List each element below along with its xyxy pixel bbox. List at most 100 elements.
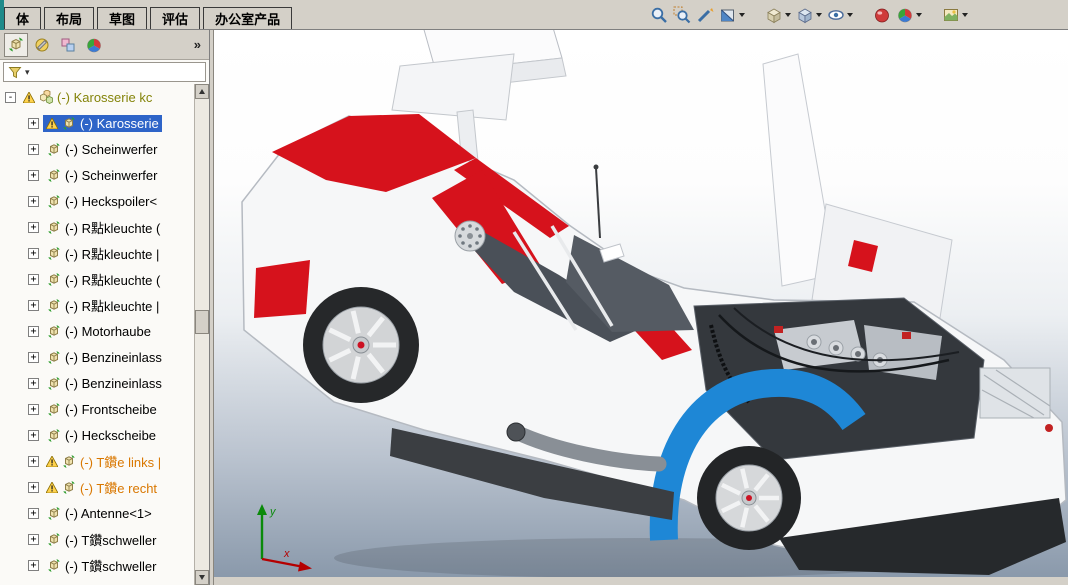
expand-toggle[interactable]: + — [28, 274, 39, 285]
mirror[interactable] — [600, 244, 624, 262]
apply-scene-icon[interactable] — [895, 5, 923, 25]
expand-toggle[interactable]: + — [28, 508, 39, 519]
tree-item[interactable]: + (-) Heckspoiler< — [0, 188, 194, 214]
expand-toggle[interactable]: + — [28, 248, 39, 259]
tree-item[interactable]: + (-) Heckscheibe — [0, 422, 194, 448]
expand-toggle[interactable]: + — [28, 144, 39, 155]
tree-item-content[interactable]: (-) T鑽e recht — [43, 477, 160, 498]
tree-item-content[interactable]: (-) Scheinwerfer — [43, 167, 160, 184]
antenna[interactable] — [594, 165, 601, 239]
tree-item-content[interactable]: (-) T鑽schweller — [43, 529, 160, 550]
tree-item-content[interactable]: (-) T鑽schweller — [43, 555, 160, 576]
expand-toggle[interactable]: + — [28, 404, 39, 415]
view-settings-icon[interactable] — [941, 5, 969, 25]
tree-item-content[interactable]: (-) Benzineinlass — [43, 349, 165, 366]
tree-item-content[interactable]: (-) Heckscheibe — [43, 427, 159, 444]
dropdown-caret-icon[interactable] — [816, 13, 822, 17]
tree-item[interactable]: + (-) Benzineinlass — [0, 370, 194, 396]
part-icon — [46, 350, 62, 365]
tree-item[interactable]: + (-) T鑽e recht — [0, 474, 194, 500]
tree-root-item[interactable]: -(-) Karosserie kc — [0, 84, 194, 110]
edit-appearance-icon[interactable] — [872, 5, 892, 25]
tree-item-content[interactable]: (-) Karosserie — [43, 115, 162, 132]
expand-toggle[interactable]: + — [28, 118, 39, 129]
scroll-down-button[interactable] — [195, 570, 209, 585]
tree-item[interactable]: + (-) Karosserie — [0, 110, 194, 136]
tree-item[interactable]: + (-) R點kleuchte ( — [0, 266, 194, 292]
tree-item[interactable]: + (-) Scheinwerfer — [0, 136, 194, 162]
tree-item[interactable]: + (-) T鑽schweller — [0, 526, 194, 552]
car-assembly-model[interactable] — [214, 30, 1068, 577]
tree-item-content[interactable]: (-) Scheinwerfer — [43, 141, 160, 158]
expand-toggle[interactable]: + — [28, 300, 39, 311]
tree-item-content[interactable]: (-) R點kleuchte ( — [43, 269, 163, 290]
tree-item[interactable]: + (-) R點kleuchte | — [0, 292, 194, 318]
expand-toggle[interactable]: + — [28, 326, 39, 337]
tree-item[interactable]: + (-) R點kleuchte ( — [0, 214, 194, 240]
scroll-thumb[interactable] — [195, 310, 209, 334]
section-view-icon[interactable] — [718, 5, 746, 25]
tree-item[interactable]: + (-) Scheinwerfer — [0, 162, 194, 188]
tree-item[interactable]: + (-) Motorhaube — [0, 318, 194, 344]
dropdown-caret-icon[interactable] — [785, 13, 791, 17]
tab-assembly[interactable]: 体 — [4, 7, 41, 29]
zoom-to-fit-icon[interactable] — [649, 5, 669, 25]
zoom-to-area-icon[interactable] — [672, 5, 692, 25]
expand-toggle[interactable]: + — [28, 222, 39, 233]
dropdown-caret-icon[interactable] — [739, 13, 745, 17]
tree-item-content[interactable]: (-) Heckspoiler< — [43, 193, 160, 210]
dropdown-caret-icon[interactable] — [916, 13, 922, 17]
warning-icon — [23, 92, 35, 103]
expand-toggle[interactable]: + — [28, 378, 39, 389]
hood-open-panels[interactable] — [763, 54, 952, 318]
configurationmanager-tab-icon[interactable] — [56, 33, 80, 57]
tree-item[interactable]: + (-) T鑽e links | — [0, 448, 194, 474]
expand-toggle[interactable]: + — [28, 196, 39, 207]
expand-toggle[interactable]: + — [28, 482, 39, 493]
tree-item[interactable]: + (-) Frontscheibe — [0, 396, 194, 422]
expand-toggle[interactable]: + — [28, 170, 39, 181]
tree-item-content[interactable]: (-) Karosserie kc — [20, 89, 155, 106]
tree-item-content[interactable]: (-) T鑽e links | — [43, 451, 164, 472]
tree-item-content[interactable]: (-) Antenne<1> — [43, 505, 155, 522]
display-style-icon[interactable] — [795, 5, 823, 25]
tab-office-products[interactable]: 办公室产品 — [203, 7, 292, 29]
view-orientation-icon[interactable] — [764, 5, 792, 25]
tree-scrollbar[interactable] — [194, 84, 209, 585]
expand-toggle[interactable]: - — [5, 92, 16, 103]
tab-evaluate[interactable]: 评估 — [150, 7, 200, 29]
tree-item-content[interactable]: (-) Frontscheibe — [43, 401, 160, 418]
tree-item[interactable]: + (-) R點kleuchte | — [0, 240, 194, 266]
graphics-area[interactable]: y x — [214, 30, 1068, 577]
dropdown-caret-icon[interactable] — [847, 13, 853, 17]
front-wheel[interactable] — [697, 446, 801, 550]
expand-toggle[interactable]: + — [28, 534, 39, 545]
tab-sketch[interactable]: 草图 — [97, 7, 147, 29]
tree-item[interactable]: + — [0, 578, 194, 585]
expand-toggle[interactable]: + — [28, 560, 39, 571]
propertymanager-tab-icon[interactable] — [30, 33, 54, 57]
displaymanager-tab-icon[interactable] — [82, 33, 106, 57]
tab-layout[interactable]: 布局 — [44, 7, 94, 29]
tree-item-content[interactable]: (-) R點kleuchte | — [43, 243, 162, 264]
tree-item-content[interactable]: (-) Benzineinlass — [43, 375, 165, 392]
expand-toggle[interactable]: + — [28, 456, 39, 467]
expand-toggle[interactable]: + — [28, 352, 39, 363]
rear-wheel[interactable] — [303, 287, 419, 403]
tree-item-label: (-) Frontscheibe — [65, 402, 157, 417]
tree-item[interactable]: + (-) T鑽schweller — [0, 552, 194, 578]
expand-toggle[interactable]: + — [28, 430, 39, 441]
tree-item-content[interactable]: (-) R點kleuchte ( — [43, 217, 163, 238]
scroll-up-button[interactable] — [195, 84, 209, 99]
tree-item-content[interactable]: (-) R點kleuchte | — [43, 295, 162, 316]
tree-filter-row[interactable]: ▾ — [3, 62, 206, 82]
tree-item-content[interactable]: (-) Motorhaube — [43, 323, 154, 340]
hide-show-items-icon[interactable] — [826, 5, 854, 25]
tree-item[interactable]: + (-) Benzineinlass — [0, 344, 194, 370]
tree-item[interactable]: + (-) Antenne<1> — [0, 500, 194, 526]
zoom-in-out-icon[interactable] — [695, 5, 715, 25]
featuremanager-tree-tab-icon[interactable] — [4, 33, 28, 57]
dropdown-caret-icon[interactable] — [962, 13, 968, 17]
filter-caret-icon[interactable]: ▾ — [25, 67, 30, 78]
expand-panel-chevron[interactable]: » — [190, 37, 205, 52]
